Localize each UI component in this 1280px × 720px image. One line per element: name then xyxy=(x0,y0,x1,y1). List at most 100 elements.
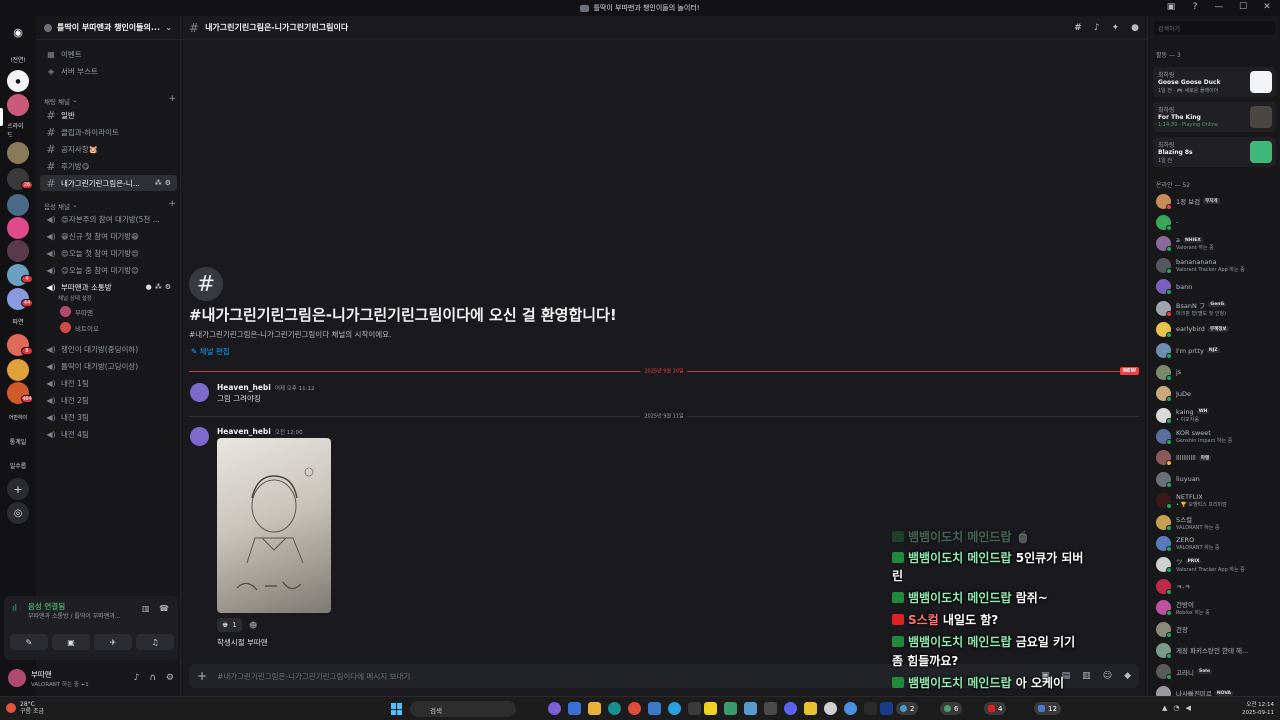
search-input[interactable]: 검색하기 xyxy=(1154,21,1275,35)
member-item[interactable]: ㅋ-ㅋ xyxy=(1156,576,1278,596)
message-author[interactable]: Heaven_hebi 오전 12:00 xyxy=(217,427,303,436)
noise-suppression-icon[interactable]: ▥ xyxy=(142,604,150,613)
activity-card[interactable]: 최하링 Blazing 8s 1일 전 xyxy=(1153,137,1276,167)
screen-share-button[interactable]: ▣ xyxy=(52,634,90,650)
channel-notice[interactable]: # 공지사항🐹 xyxy=(40,141,177,157)
emoji-icon[interactable]: ☺ xyxy=(1103,671,1112,681)
headphones-icon[interactable]: ∩ xyxy=(149,673,156,683)
discord-home-icon[interactable]: ◉ xyxy=(7,21,29,43)
member-item[interactable]: bann xyxy=(1156,277,1278,297)
kakaotalk-icon[interactable] xyxy=(704,702,717,715)
member-item[interactable]: KOR sweet Genshin Impact 하는 중 xyxy=(1156,426,1278,446)
channel-current[interactable]: # 내가그린기린그림은-니... ⁂ ⚙ xyxy=(40,175,177,191)
volume-icon[interactable]: ◀ xyxy=(1186,704,1191,712)
pin-icon[interactable]: ✦ xyxy=(1112,23,1120,33)
taskbar-clock[interactable]: 오전 12:14 2025-09-11 xyxy=(1242,701,1274,717)
voice-channel-connected[interactable]: ◀) 부따맨과 소통방 ● ⁂ ⚙ xyxy=(40,279,177,295)
invite-icon[interactable]: ⁂ xyxy=(155,179,162,187)
discord-icon[interactable] xyxy=(784,702,797,715)
gear-icon[interactable]: ⚙ xyxy=(165,179,171,187)
help-icon[interactable]: ? xyxy=(1190,2,1200,12)
member-item[interactable]: 건장 xyxy=(1156,619,1278,639)
member-item[interactable]: 고라니 Solo xyxy=(1156,662,1278,682)
member-item[interactable]: NETFLIX • 🏆 모헬럭스 프리미엄 xyxy=(1156,491,1278,511)
channel-clips[interactable]: # 클립과-하이라이트 xyxy=(40,124,177,140)
activity-button[interactable]: ✈ xyxy=(94,634,132,650)
app-icon[interactable] xyxy=(548,702,561,715)
server-icon-1[interactable]: ● xyxy=(7,70,29,92)
app-icon[interactable] xyxy=(744,702,757,715)
avatar[interactable] xyxy=(8,669,26,687)
member-item[interactable]: I'm prtty NJZ xyxy=(1156,341,1278,361)
category-text[interactable]: 채팅 채널 ⌄ + xyxy=(44,95,176,107)
folder-icon[interactable] xyxy=(588,702,601,715)
taskbar-pill[interactable]: 6 xyxy=(940,702,963,715)
network-icon[interactable]: ◔ xyxy=(1173,704,1179,712)
voice-channel-3[interactable]: ◀) 😍오늘 첫 참여 대기방😍 xyxy=(40,245,177,261)
voice-channel-6[interactable]: ◀) 틀딱이 대기방(고딩이상) xyxy=(40,358,177,374)
voice-channel-7[interactable]: ◀) 내전 1팀 xyxy=(40,375,177,391)
member-item[interactable]: kaing WH • 이모지움 xyxy=(1156,405,1278,425)
invite-icon[interactable]: ⁂ xyxy=(155,283,162,291)
avatar[interactable] xyxy=(190,383,209,402)
composer-placeholder[interactable]: #내가그린기린그림은-니가그린기린그림이다에 메시지 보내기 xyxy=(217,671,410,682)
channel-reviews[interactable]: # 후기방😋 xyxy=(40,158,177,174)
camera-off-button[interactable]: ✎ xyxy=(10,634,48,650)
app-icon[interactable] xyxy=(764,702,777,715)
app-icon[interactable] xyxy=(844,702,857,715)
app-icon[interactable] xyxy=(864,702,877,715)
server-label-4[interactable]: 어반하이 xyxy=(7,406,29,428)
member-item[interactable]: earlybird 무혜정보 xyxy=(1156,319,1278,339)
reaction-chip[interactable]: ♚ 1 xyxy=(217,618,242,632)
edge-icon[interactable] xyxy=(608,702,621,715)
member-item[interactable]: 1정 보검 무지개 xyxy=(1156,191,1278,211)
add-channel-icon[interactable]: + xyxy=(168,95,176,106)
server-icon-2[interactable] xyxy=(7,142,29,164)
member-item[interactable]: 게정 파키스탄인 한테 해... xyxy=(1156,640,1278,660)
add-channel-icon[interactable]: + xyxy=(168,200,176,211)
server-icon-4[interactable] xyxy=(7,194,29,216)
app-icon[interactable] xyxy=(648,702,661,715)
maximize-button[interactable]: ☐ xyxy=(1238,2,1248,12)
voice-user[interactable]: 부따맨 xyxy=(60,306,93,317)
server-icon-10[interactable] xyxy=(7,359,29,381)
voice-connected-subtitle[interactable]: 부따맨과 소통방 / 틀딱이 부따맨과... xyxy=(28,611,133,620)
taskbar-pill[interactable]: 12 xyxy=(1034,702,1061,715)
member-item[interactable]: ツ PRIX Valorant Tracker App 하는 중 xyxy=(1156,555,1278,575)
voice-channel-10[interactable]: ◀) 내전 4팀 xyxy=(40,426,177,442)
edit-channel-link[interactable]: ✎ 채널 편집 xyxy=(191,346,230,357)
member-item[interactable]: ZERO VALORANT 하는 중 xyxy=(1156,533,1278,553)
disconnect-icon[interactable]: ☎ xyxy=(159,604,169,613)
activity-card[interactable]: 최하링 Goose Goose Duck 1일 전 · 🎮 새로운 플레이어 xyxy=(1153,67,1276,97)
inbox-icon[interactable]: ▣ xyxy=(1166,2,1176,12)
member-item[interactable]: js xyxy=(1156,362,1278,382)
sidebar-item-boost[interactable]: ◈ 서버 부스트 xyxy=(40,63,177,79)
voice-channel-9[interactable]: ◀) 내전 3팀 xyxy=(40,409,177,425)
voice-user[interactable]: 비트이오 xyxy=(60,322,99,333)
app-icon[interactable] xyxy=(824,702,837,715)
guild-header[interactable]: 틀딱이 부따맨과 챙인이들의... ⌄ xyxy=(36,16,180,40)
start-button[interactable] xyxy=(391,703,403,715)
server-label-2[interactable]: 트라이드 xyxy=(7,119,29,141)
message-author[interactable]: Heaven_hebi 어제 오후 11:12 xyxy=(217,383,314,392)
sticker-icon[interactable]: ▥ xyxy=(1082,671,1091,681)
sidebar-item-events[interactable]: ▦ 이벤트 xyxy=(40,46,177,62)
voice-channel-4[interactable]: ◀) 😊오늘 중 참여 대기방😊 xyxy=(40,262,177,278)
activity-card[interactable]: 최하링 For The King 1:14:39 · Playing Onlin… xyxy=(1153,102,1276,132)
signal-icon[interactable]: ıl xyxy=(12,604,17,614)
add-reaction-icon[interactable]: ☻ xyxy=(249,621,257,630)
server-icon-5[interactable] xyxy=(7,217,29,239)
server-icon-current[interactable] xyxy=(7,94,29,116)
taskbar-pill[interactable]: 2 xyxy=(896,702,919,715)
voice-status-label[interactable]: 채널 상태 설정 xyxy=(58,294,92,302)
bell-icon[interactable]: ♪ xyxy=(1094,23,1100,33)
minimize-button[interactable]: — xyxy=(1214,2,1224,12)
user-info[interactable]: 부따맨 VALORANT 하는 중 +1 xyxy=(31,669,89,688)
member-item[interactable]: 건방이 Roblox 하는 중 xyxy=(1156,598,1278,618)
member-item[interactable]: liuyuan xyxy=(1156,469,1278,489)
close-button[interactable]: ✕ xyxy=(1262,2,1272,12)
discover-icon[interactable]: ◎ xyxy=(7,502,29,524)
weather-widget[interactable]: 28°C 구름 조금 xyxy=(6,701,44,715)
category-voice[interactable]: 음성 채널 ⌄ + xyxy=(44,200,176,212)
app-icon[interactable] xyxy=(804,702,817,715)
